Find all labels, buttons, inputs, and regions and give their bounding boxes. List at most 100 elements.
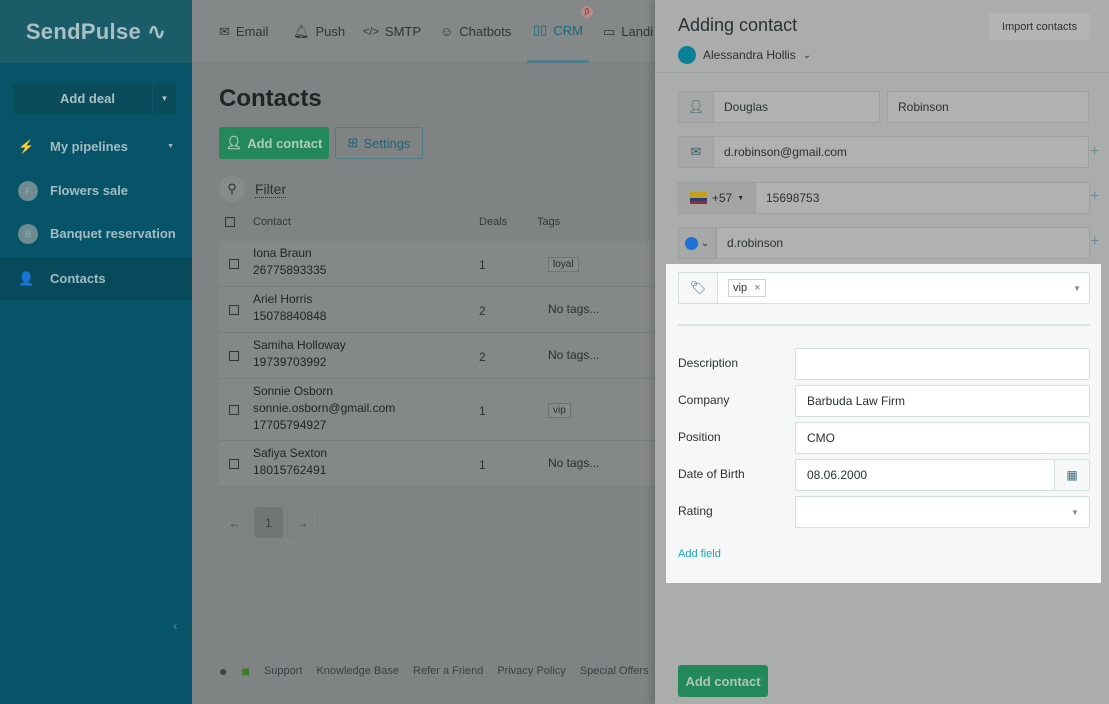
tab-email[interactable]: ✉ Email	[219, 0, 268, 63]
field-input-date-of-birth[interactable]: 08.06.2000	[795, 459, 1055, 491]
android-icon[interactable]: ■	[241, 663, 249, 679]
first-name-input[interactable]: Douglas	[713, 91, 880, 123]
field-input-position[interactable]: CMO	[795, 422, 1090, 454]
deals-count: 1	[479, 258, 486, 272]
field-input-company[interactable]: Barbuda Law Firm	[795, 385, 1090, 417]
apple-icon[interactable]: ●	[219, 663, 227, 679]
owner-select[interactable]: Alessandra Hollis ⌄	[678, 46, 811, 64]
table-row[interactable]: Iona Braun 26775893335 1 loyal	[219, 241, 655, 287]
table-row[interactable]: Sonnie Osborn sonnie.osborn@gmail.com 1770…	[219, 379, 655, 441]
sidebar-item-flowers-sale[interactable]: F Flowers sale	[0, 169, 192, 212]
import-contacts-button[interactable]: Import contacts	[989, 13, 1090, 40]
chat-icon: ☺	[440, 24, 454, 39]
contact-name[interactable]: Sonnie Osborn	[253, 383, 333, 400]
footer-link-offers[interactable]: Special Offers	[580, 665, 649, 677]
footer-link-privacy[interactable]: Privacy Policy	[497, 665, 565, 677]
beta-badge: β	[581, 6, 593, 18]
tab-label: SMTP	[384, 24, 422, 39]
tab-landing[interactable]: ▭ Landi	[603, 0, 653, 63]
field-input-rating[interactable]	[795, 496, 1090, 528]
no-tags[interactable]: No tags...	[548, 348, 599, 362]
footer-link-knowledge-base[interactable]: Knowledge Base	[316, 665, 399, 677]
caret-down-icon[interactable]: ▼	[1073, 284, 1081, 293]
field-label: Company	[678, 393, 730, 407]
add-deal-button[interactable]: Add deal ▼	[13, 83, 176, 114]
pipeline-icon: ⚡	[18, 138, 35, 154]
caret-down-icon[interactable]: ▼	[1071, 508, 1079, 517]
no-tags[interactable]: No tags...	[548, 456, 599, 470]
logo[interactable]: SendPulse ∿	[0, 0, 192, 63]
table-row[interactable]: Safiya Sexton 18015762491 1 No tags...	[219, 441, 655, 487]
colombia-flag-icon	[689, 192, 707, 204]
collapse-sidebar-icon[interactable]: ‹	[173, 617, 178, 633]
tab-crm[interactable]: ▯▯ CRM	[527, 0, 589, 63]
person-icon: 👤︎	[678, 91, 714, 123]
add-contact-button[interactable]: 👤︎ Add contact	[219, 127, 329, 159]
page-title: Contacts	[219, 85, 322, 112]
adding-contact-panel: Adding contact Import contacts Alessandr…	[655, 0, 1109, 704]
tab-chatbots[interactable]: ☺ Chatbots	[440, 0, 511, 63]
country-code-select[interactable]: +57 ▼	[678, 182, 756, 214]
sidebar-item-contacts[interactable]: 👤 Contacts	[0, 257, 192, 300]
chevron-down-icon[interactable]: ▼	[152, 83, 176, 114]
caret-down-icon: ▼	[737, 194, 745, 202]
sidebar-item-pipelines[interactable]: ⚡ My pipelines ▼	[0, 125, 192, 168]
table-row[interactable]: Ariel Horris 15078840848 2 No tags...	[219, 287, 655, 333]
sidebar-item-banquet[interactable]: B Banquet reservation	[0, 212, 192, 255]
highlighted-section: 🏷︎ vip × ▼ Description Company Barbuda Law F…	[666, 264, 1101, 583]
contact-name[interactable]: Safiya Sexton	[253, 445, 327, 462]
footer-link-support[interactable]: Support	[264, 665, 303, 677]
close-icon[interactable]: ×	[754, 282, 760, 294]
sidebar-item-label: Flowers sale	[50, 183, 129, 198]
last-name-input[interactable]: Robinson	[887, 91, 1089, 123]
search-icon[interactable]: ⚲	[219, 176, 245, 202]
email-input[interactable]: d.robinson@gmail.com	[713, 136, 1089, 168]
row-checkbox[interactable]	[229, 259, 239, 269]
add-user-icon: 👤︎	[225, 135, 243, 150]
column-header-deals[interactable]: Deals	[479, 216, 507, 228]
add-field-link[interactable]: Add field	[678, 548, 721, 560]
field-label: Position	[678, 430, 721, 444]
contact-name[interactable]: Samiha Holloway	[253, 337, 346, 354]
chevron-down-icon: ▼	[167, 143, 174, 150]
tab-push[interactable]: 🔔︎ Push	[293, 0, 345, 63]
row-checkbox[interactable]	[229, 405, 239, 415]
select-all-checkbox[interactable]	[225, 217, 235, 227]
messenger-icon	[684, 236, 698, 250]
column-header-contact[interactable]: Contact	[253, 216, 291, 228]
next-page-button[interactable]: →	[287, 507, 318, 538]
table-row[interactable]: Samiha Holloway 19739703992 2 No tags...	[219, 333, 655, 379]
owner-name: Alessandra Hollis	[703, 48, 796, 62]
tags-input[interactable]: vip × ▼	[717, 272, 1090, 304]
bell-icon: 🔔︎	[293, 23, 310, 39]
no-tags[interactable]: No tags...	[548, 302, 599, 316]
messenger-input[interactable]: d.robinson	[716, 227, 1090, 259]
add-phone-icon[interactable]: +	[1090, 188, 1099, 206]
field-input-description[interactable]	[795, 348, 1090, 380]
envelope-icon: ✉	[219, 23, 230, 39]
footer-link-refer[interactable]: Refer a Friend	[413, 665, 483, 677]
submit-add-contact-button[interactable]: Add contact	[678, 665, 768, 697]
row-checkbox[interactable]	[229, 351, 239, 361]
tab-smtp[interactable]: </> SMTP	[363, 0, 421, 63]
row-checkbox[interactable]	[229, 305, 239, 315]
calendar-icon[interactable]: ▦	[1054, 459, 1090, 491]
filter-link[interactable]: Filter	[255, 181, 287, 198]
contact-name[interactable]: Ariel Horris	[253, 291, 312, 308]
messenger-select[interactable]: ⌄	[678, 227, 716, 259]
field-label: Rating	[678, 504, 713, 518]
page-1-button[interactable]: 1	[254, 507, 283, 538]
phone-input[interactable]: 15698753	[755, 182, 1090, 214]
prev-page-button[interactable]: ←	[219, 507, 250, 538]
contact-name[interactable]: Iona Braun	[253, 245, 312, 262]
code-icon: </>	[363, 25, 379, 38]
contact-detail: 26775893335	[253, 263, 327, 277]
avatar	[678, 46, 696, 64]
add-email-icon[interactable]: +	[1090, 143, 1099, 161]
row-checkbox[interactable]	[229, 459, 239, 469]
envelope-icon: ✉	[678, 136, 714, 168]
settings-button[interactable]: ⊞ Settings	[335, 127, 423, 159]
chevron-down-icon: ⌄	[802, 49, 812, 61]
add-messenger-icon[interactable]: +	[1090, 233, 1099, 251]
deals-count: 1	[479, 458, 486, 472]
